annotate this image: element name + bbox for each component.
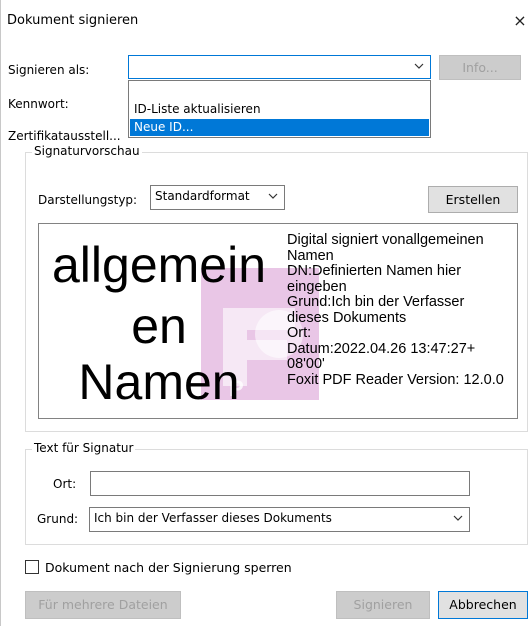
location-label: Ort: <box>53 477 77 491</box>
signature-name-line-3: Namen <box>78 354 240 410</box>
display-type-select[interactable]: Standardformat <box>150 185 285 210</box>
lock-document-checkbox[interactable] <box>25 560 39 574</box>
reason-select[interactable]: Ich bin der Verfasser dieses Dokuments <box>89 507 470 532</box>
signature-info-line: DN:Definierten Namen hier <box>287 263 462 279</box>
signature-preview-group-title: Signaturvorschau <box>32 144 142 158</box>
signature-info-line: 08'00' <box>287 356 325 372</box>
signature-info-line: Ort: <box>287 325 312 341</box>
reason-value: Ich bin der Verfasser dieses Dokuments <box>94 511 332 525</box>
signature-info-line: Digital signiert vonallgemeinen <box>287 232 484 248</box>
create-button[interactable]: Erstellen <box>428 186 518 213</box>
signature-info-line: dieses Dokuments <box>287 309 407 326</box>
sign-as-select[interactable] <box>128 55 431 79</box>
cancel-button[interactable]: Abbrechen <box>438 591 528 619</box>
sign-document-dialog: Dokument signieren × Signieren als: Info… <box>0 0 531 626</box>
signature-preview: P allgemein en Namen Digital signiert vo… <box>38 223 518 419</box>
display-type-label: Darstellungstyp: <box>38 193 138 207</box>
title-bar: Dokument signieren × <box>1 0 531 44</box>
password-label: Kennwort: <box>8 97 69 111</box>
signature-info-line: Grund:Ich bin der Verfasser <box>287 294 465 310</box>
sign-as-label: Signieren als: <box>8 63 90 77</box>
signature-name-line-2: en <box>131 298 187 354</box>
chevron-down-icon <box>414 63 424 69</box>
signature-info-line: Foxit PDF Reader Version: 12.0.0 <box>287 371 504 388</box>
signature-text-group-title: Text für Signatur <box>32 441 136 455</box>
sign-button[interactable]: Signieren <box>336 591 430 619</box>
signature-info-line: Datum:2022.04.26 13:47:27+ <box>287 340 476 357</box>
chevron-down-icon <box>453 515 463 521</box>
signature-info-line: eingeben <box>287 278 347 295</box>
lock-document-label[interactable]: Dokument nach der Signierung sperren <box>45 560 292 575</box>
dropdown-option-new-id[interactable]: Neue ID... <box>130 119 429 136</box>
multiple-files-button[interactable]: Für mehrere Dateien <box>25 591 181 619</box>
signature-info-line: Namen <box>287 247 334 264</box>
reason-label: Grund: <box>37 512 79 526</box>
issuer-label: Zertifikatausstell... <box>8 129 121 143</box>
sign-as-dropdown-list: ID-Liste aktualisieren Neue ID... <box>128 80 431 138</box>
signature-info-text: Digital signiert vonallgemeinen Namen DN… <box>287 232 517 388</box>
dropdown-option-refresh-list[interactable]: ID-Liste aktualisieren <box>130 101 429 118</box>
info-button[interactable]: Info... <box>439 55 521 80</box>
location-input[interactable] <box>90 471 470 496</box>
display-type-value: Standardformat <box>155 189 250 203</box>
signature-name-line-1: allgemein <box>51 237 266 293</box>
dialog-title: Dokument signieren <box>7 13 139 28</box>
chevron-down-icon <box>268 193 278 199</box>
close-icon[interactable]: × <box>508 8 531 34</box>
